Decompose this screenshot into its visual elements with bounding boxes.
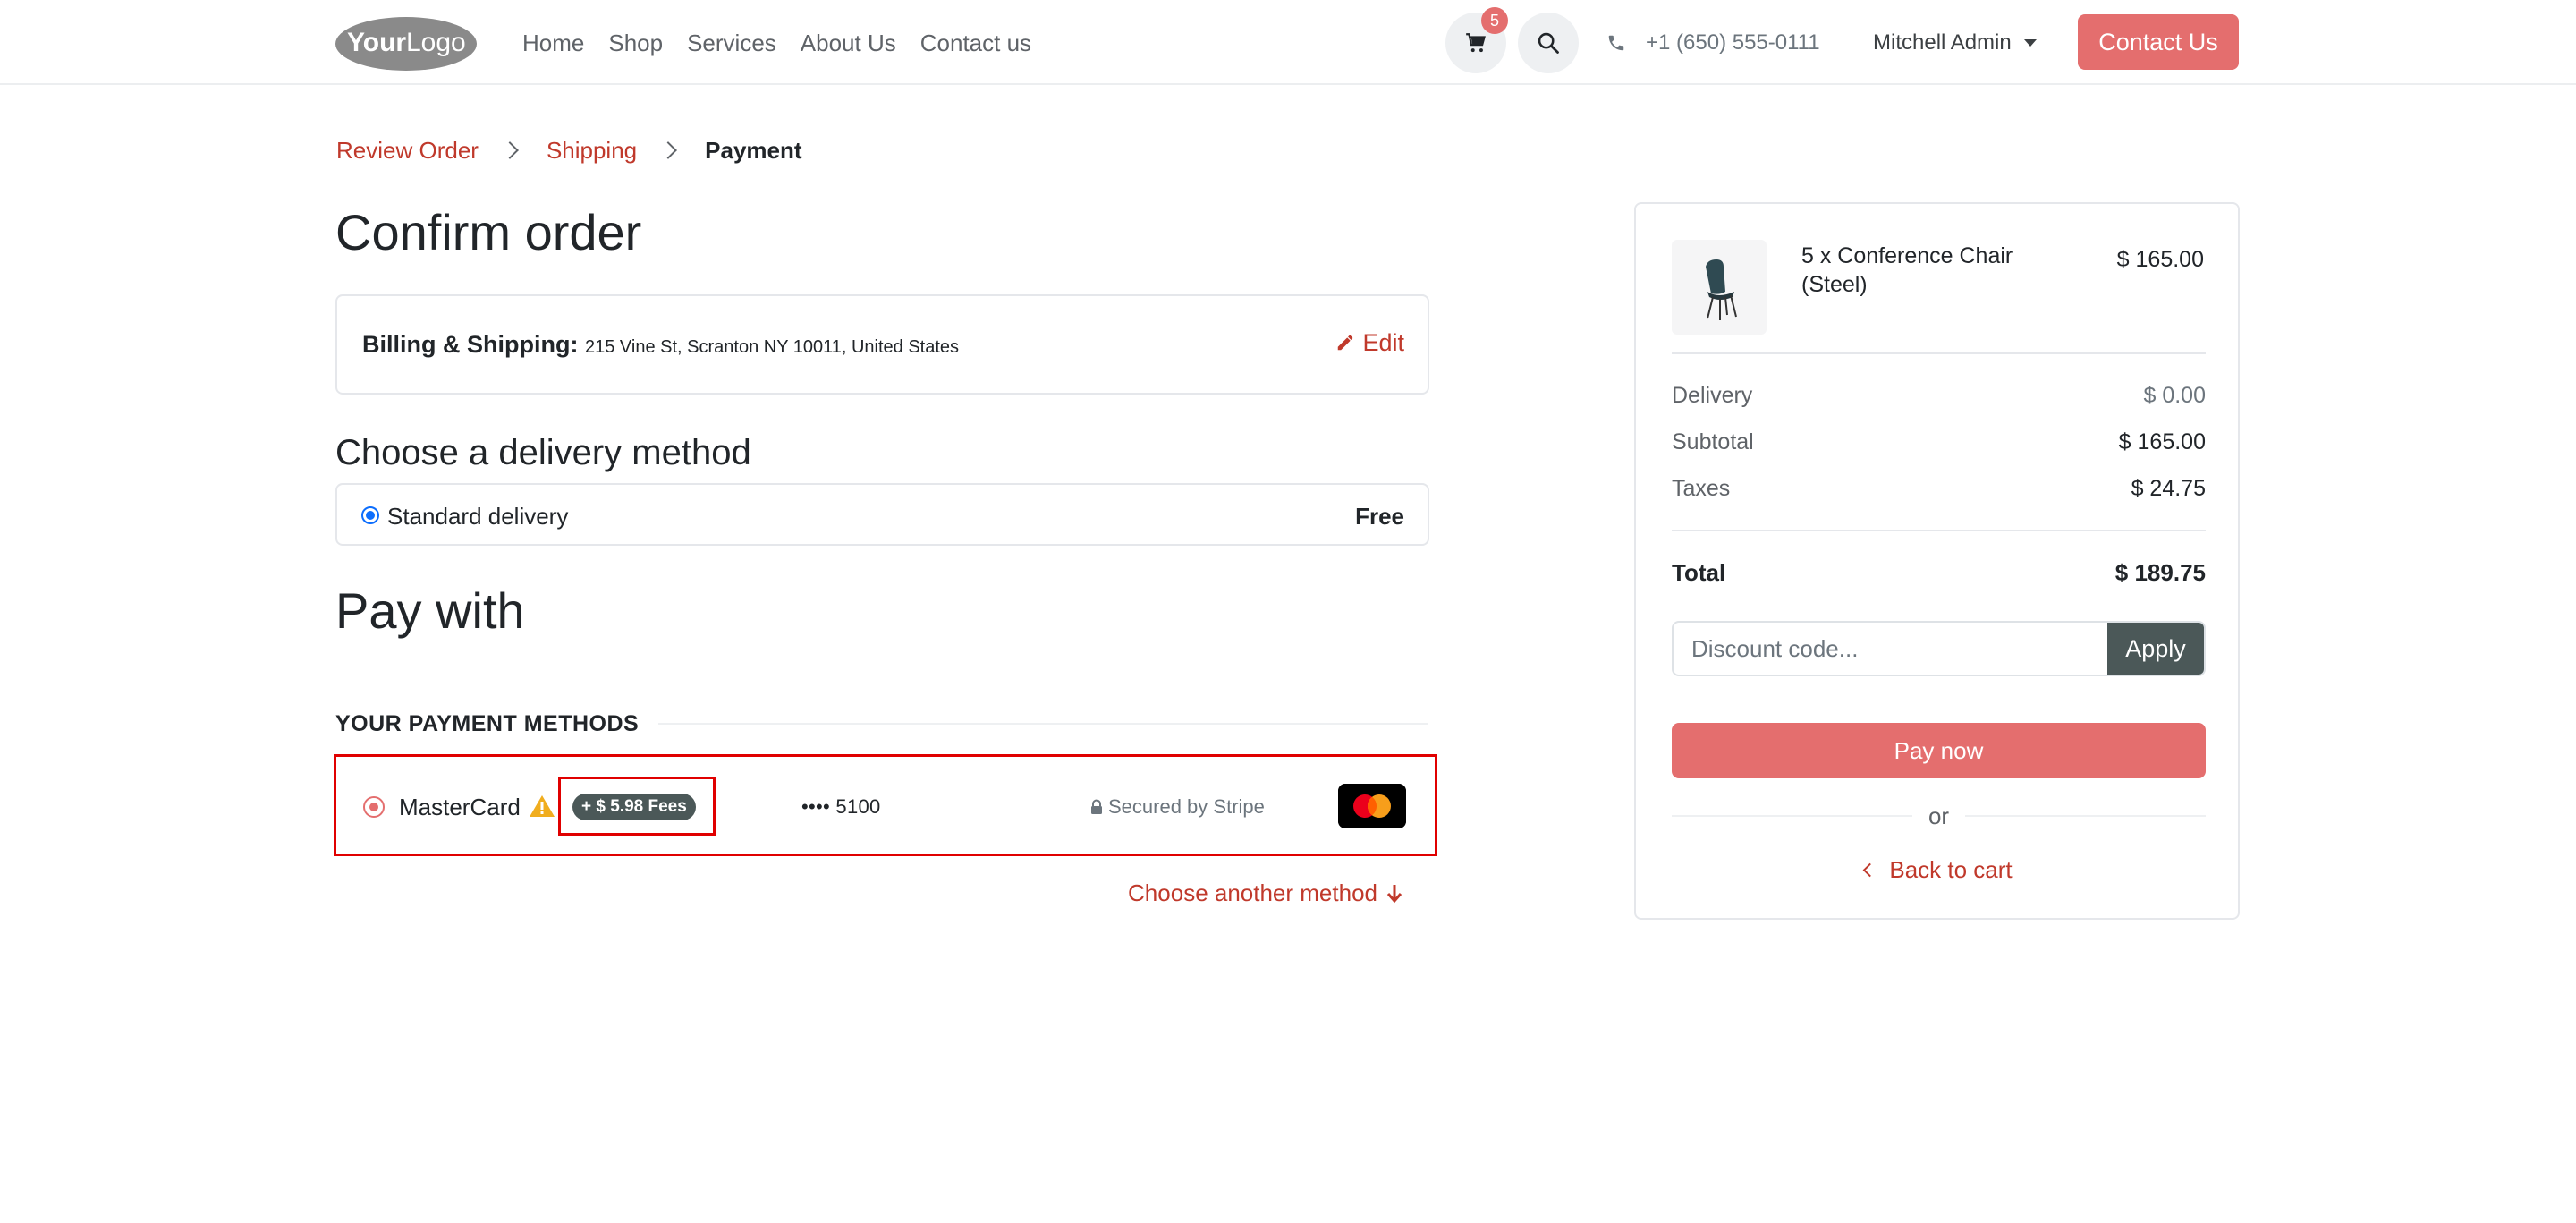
chevron-right-icon xyxy=(501,141,519,159)
or-label: or xyxy=(1928,803,1950,829)
edit-address-link[interactable]: Edit xyxy=(1335,327,1404,359)
taxes-row: Taxes $ 24.75 xyxy=(1672,472,2206,505)
apply-discount-button[interactable]: Apply xyxy=(2107,623,2204,675)
taxes-label: Taxes xyxy=(1672,476,1731,501)
subtotal-value: $ 165.00 xyxy=(2118,429,2206,454)
arrow-down-icon xyxy=(1386,885,1402,904)
site-header: Your Logo Home Shop Services About Us Co… xyxy=(0,0,2576,85)
nav-about-us[interactable]: About Us xyxy=(801,27,896,59)
checkout-breadcrumb: Review Order Shipping Payment xyxy=(336,134,802,166)
payment-method-name: MasterCard xyxy=(399,794,521,820)
cart-count-badge: 5 xyxy=(1481,7,1508,34)
choose-another-label: Choose another method xyxy=(1128,879,1377,906)
delivery-heading: Choose a delivery method xyxy=(335,433,751,472)
payment-methods-heading: YOUR PAYMENT METHODS xyxy=(335,711,640,736)
user-menu[interactable]: Mitchell Admin xyxy=(1873,27,2037,59)
site-logo[interactable]: Your Logo xyxy=(335,13,478,72)
total-label: Total xyxy=(1672,559,1726,586)
svg-text:Your: Your xyxy=(347,28,406,57)
chair-icon xyxy=(1706,259,1737,320)
order-summary-card: 5 x Conference Chair (Steel) $ 165.00 De… xyxy=(1634,202,2240,920)
total-value: $ 189.75 xyxy=(2114,559,2206,586)
product-price: $ 165.00 xyxy=(2116,247,2204,272)
search-button[interactable] xyxy=(1518,13,1579,73)
taxes-value: $ 24.75 xyxy=(2131,476,2206,501)
phone-icon xyxy=(1608,35,1624,51)
payment-method-row[interactable]: MasterCard + $ 5.98 Fees •••• 5100 Secur… xyxy=(334,754,1437,856)
phone-number: +1 (650) 555-0111 xyxy=(1646,30,1820,55)
svg-text:Logo: Logo xyxy=(406,28,466,57)
contact-us-button[interactable]: Contact Us xyxy=(2078,14,2239,70)
subtotal-row: Subtotal $ 165.00 xyxy=(1672,426,2206,458)
section-divider xyxy=(658,723,1428,725)
breadcrumb-shipping[interactable]: Shipping xyxy=(547,134,637,166)
chevron-right-icon xyxy=(659,141,678,159)
mastercard-logo-icon xyxy=(1338,784,1406,828)
discount-code-input[interactable] xyxy=(1674,623,2107,675)
secured-by-stripe: Secured by Stripe xyxy=(1090,791,1265,823)
card-number-masked: •••• 5100 xyxy=(801,795,881,818)
delivery-label: Delivery xyxy=(1672,383,1753,408)
pencil-icon xyxy=(1338,335,1353,351)
product-name[interactable]: 5 x Conference Chair (Steel) xyxy=(1801,242,2070,299)
delivery-method-name: Standard delivery xyxy=(387,503,569,530)
delivery-option[interactable]: Standard delivery Free xyxy=(335,483,1429,546)
billing-label-row: Billing & Shipping: 215 Vine St, Scranto… xyxy=(362,328,959,363)
billing-label: Billing & Shipping: xyxy=(362,331,579,358)
delivery-row: Delivery $ 0.00 xyxy=(1672,379,2206,412)
summary-divider xyxy=(1672,352,2206,354)
subtotal-label: Subtotal xyxy=(1672,429,1754,454)
search-icon xyxy=(1538,32,1559,54)
chevron-left-icon xyxy=(1863,862,1877,877)
cart-icon xyxy=(1466,33,1486,53)
nav-shop[interactable]: Shop xyxy=(608,27,663,59)
summary-divider xyxy=(1672,530,2206,531)
pay-with-heading: Pay with xyxy=(335,582,525,639)
fee-badge: + $ 5.98 Fees xyxy=(572,794,696,820)
billing-address: 215 Vine St, Scranton NY 10011, United S… xyxy=(584,337,960,357)
choose-another-method-link[interactable]: Choose another method xyxy=(1128,877,1402,909)
nav-home[interactable]: Home xyxy=(522,27,584,59)
billing-shipping-card: Billing & Shipping: 215 Vine St, Scranto… xyxy=(335,294,1429,395)
user-name: Mitchell Admin xyxy=(1873,30,2012,55)
total-row: Total $ 189.75 xyxy=(1672,556,2206,589)
page-title: Confirm order xyxy=(335,204,642,260)
lock-icon xyxy=(1091,799,1102,814)
fee-highlight-box: + $ 5.98 Fees xyxy=(558,777,716,836)
delivery-radio[interactable] xyxy=(361,506,379,524)
back-to-cart-link[interactable]: Back to cart xyxy=(1672,854,2206,886)
product-image[interactable] xyxy=(1672,240,1767,335)
payment-method-radio[interactable] xyxy=(363,796,385,818)
caret-down-icon xyxy=(2023,39,2037,47)
delivery-value: $ 0.00 xyxy=(2143,383,2206,408)
or-separator: or xyxy=(1672,800,2206,832)
delivery-method-price: Free xyxy=(1355,503,1404,530)
separator-line xyxy=(1672,815,1912,817)
main-nav: Home Shop Services About Us Contact us xyxy=(522,27,1055,59)
phone-contact[interactable]: +1 (650) 555-0111 xyxy=(1606,27,1820,59)
separator-line xyxy=(1965,815,2206,817)
breadcrumb-review-order[interactable]: Review Order xyxy=(336,134,479,166)
back-to-cart-label: Back to cart xyxy=(1889,856,2012,883)
edit-label: Edit xyxy=(1362,329,1404,356)
pay-now-button[interactable]: Pay now xyxy=(1672,723,2206,778)
nav-services[interactable]: Services xyxy=(687,27,776,59)
nav-contact-us[interactable]: Contact us xyxy=(920,27,1031,59)
breadcrumb-payment: Payment xyxy=(705,137,802,164)
discount-form: Apply xyxy=(1672,621,2206,676)
secured-label: Secured by Stripe xyxy=(1108,795,1265,818)
warning-icon xyxy=(530,795,555,817)
